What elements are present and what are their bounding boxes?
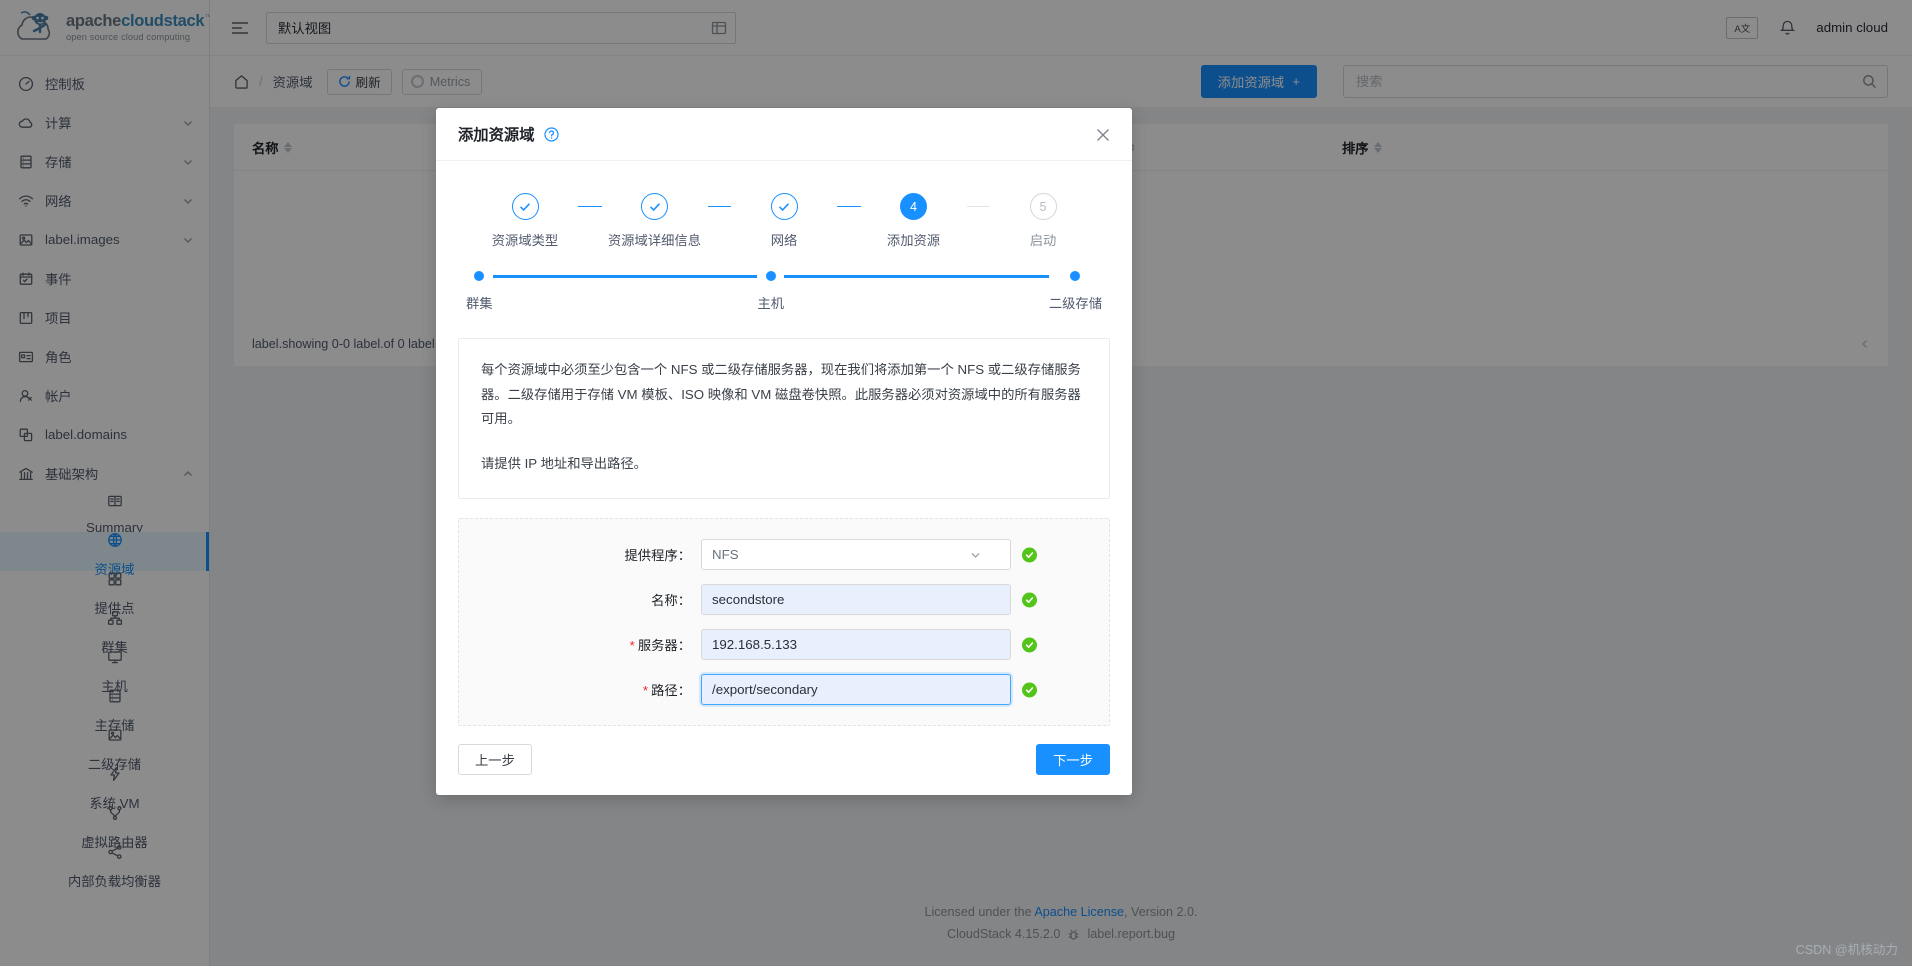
next-step-button[interactable]: 下一步: [1036, 744, 1110, 776]
wizard-step-2[interactable]: 资源域详细信息: [602, 193, 708, 249]
modal-title: 添加资源域: [458, 127, 535, 144]
info-text-secondary: 请提供 IP 地址和导出路径。: [481, 455, 647, 471]
wizard-stepper: 资源域类型 资源域详细信息 网络 4 添加资源 5 启动: [458, 183, 1110, 249]
substep-connector-2: [784, 274, 1049, 278]
substep-label: 群集: [466, 296, 493, 311]
info-text-primary: 每个资源域中必须至少包含一个 NFS 或二级存储服务器，现在我们将添加第一个 N…: [481, 362, 1081, 427]
form-label-2: * 服务器：: [629, 638, 691, 654]
substep-3[interactable]: 二级存储: [1049, 271, 1102, 312]
step-number: 5: [1029, 193, 1057, 220]
form-control-0: [701, 539, 1037, 571]
watermark: CSDN @机核动力: [1795, 943, 1898, 957]
wizard-step-5[interactable]: 5 启动: [990, 193, 1096, 249]
wizard-step-1[interactable]: 资源域类型: [472, 193, 578, 249]
step-connector-2: [707, 206, 731, 207]
modal-body: 资源域类型 资源域详细信息 网络 4 添加资源 5 启动 群集 主机 二级存储 每个资源域中必须…: [436, 161, 1132, 744]
substep-dot: [474, 271, 485, 281]
close-icon[interactable]: [1090, 122, 1116, 148]
input-1[interactable]: [701, 584, 1011, 616]
form-label-3: * 路径：: [642, 683, 691, 699]
modal-footer: 上一步 下一步: [436, 744, 1132, 795]
validation-success-icon: [1022, 637, 1037, 653]
step-connector-1: [578, 206, 602, 207]
substep-2[interactable]: 主机: [757, 271, 784, 312]
wizard-step-3[interactable]: 网络: [731, 193, 837, 249]
required-asterisk: *: [642, 683, 649, 699]
check-icon: [511, 193, 539, 220]
wizard-step-label: 资源域类型: [491, 233, 559, 248]
validation-success-icon: [1022, 592, 1037, 608]
form-label-0: 提供程序：: [624, 548, 691, 564]
substep-label: 主机: [757, 296, 784, 311]
input-3[interactable]: [701, 674, 1011, 706]
form-row-2: * 服务器：: [479, 629, 1089, 661]
required-asterisk: *: [629, 638, 635, 654]
form-row-3: * 路径：: [479, 674, 1089, 706]
resource-substepper: 群集 主机 二级存储: [466, 271, 1102, 312]
wizard-step-4[interactable]: 4 添加资源: [861, 193, 967, 249]
wizard-step-label: 网络: [770, 233, 798, 248]
add-zone-modal: 添加资源域 资源域类型 资源域详细信息 网络 4 添加资源 5 启动 群集 主机 二级存储 每个…: [436, 108, 1132, 796]
validation-success-icon: [1022, 682, 1037, 698]
input-2[interactable]: [701, 629, 1011, 661]
wizard-step-label: 添加资源: [886, 233, 941, 248]
form-control-1: [701, 584, 1037, 616]
select-0[interactable]: [701, 539, 1011, 571]
secondary-storage-form: 提供程序： 名称： *服务器： *路径：: [458, 518, 1110, 727]
info-panel: 每个资源域中必须至少包含一个 NFS 或二级存储服务器，现在我们将添加第一个 N…: [458, 338, 1110, 500]
step-number: 4: [900, 193, 927, 220]
form-row-1: 名称：: [479, 584, 1089, 616]
substep-dot: [765, 271, 776, 281]
modal-header: 添加资源域: [436, 108, 1132, 161]
wizard-step-label: 资源域详细信息: [607, 233, 702, 248]
app-root: apachecloudstack™ open source cloud comp…: [0, 0, 1912, 966]
question-circle-icon[interactable]: [543, 126, 559, 142]
form-control-2: [701, 629, 1037, 661]
step-connector-4: [966, 206, 990, 207]
substep-dot: [1070, 271, 1081, 281]
previous-step-button[interactable]: 上一步: [458, 744, 532, 776]
check-icon: [770, 193, 798, 220]
check-icon: [641, 193, 668, 220]
validation-success-icon: [1022, 547, 1037, 563]
form-control-3: [701, 674, 1037, 706]
substep-label: 二级存储: [1048, 296, 1102, 311]
step-connector-3: [837, 206, 861, 207]
form-label-1: 名称：: [651, 593, 691, 609]
substep-1[interactable]: 群集: [466, 271, 493, 312]
form-row-0: 提供程序：: [479, 539, 1089, 571]
wizard-step-label: 启动: [1029, 233, 1057, 248]
substep-connector-1: [492, 274, 758, 278]
